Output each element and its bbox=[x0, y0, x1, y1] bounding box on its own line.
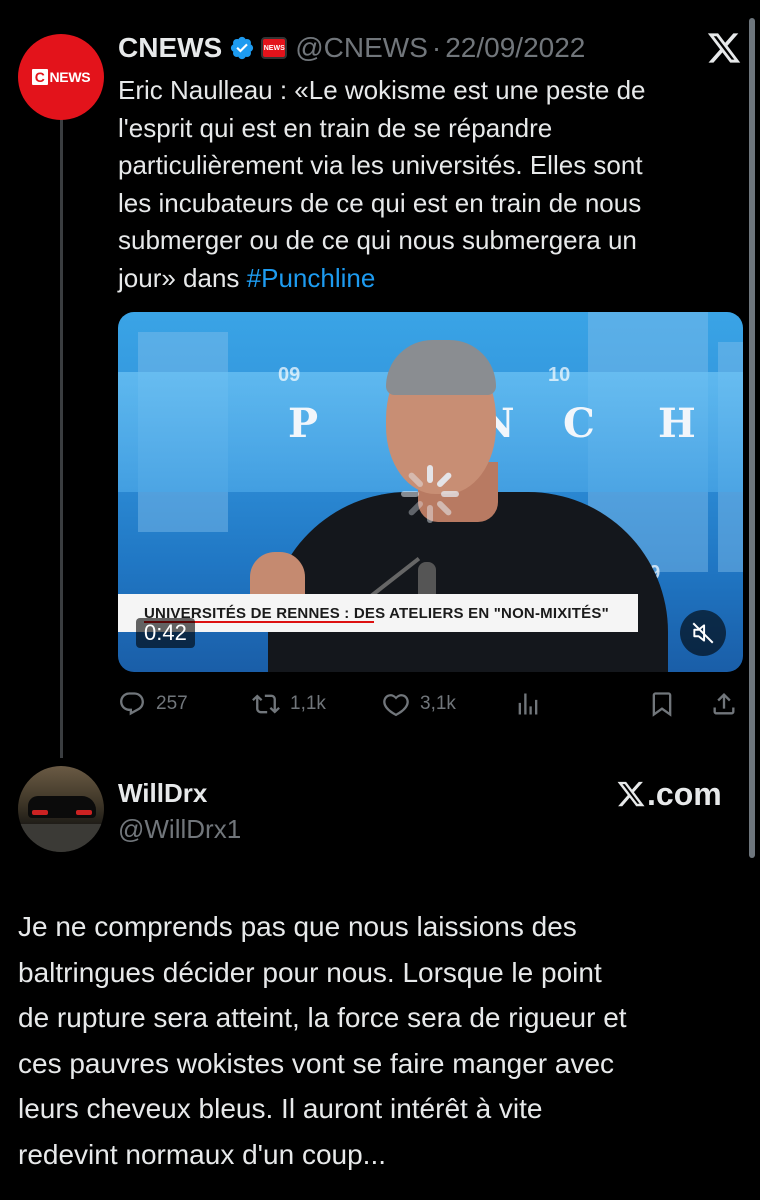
reply-text: Je ne comprends pas que nous laissions d… bbox=[18, 904, 748, 1178]
hashtag-link[interactable]: #Punchline bbox=[247, 263, 376, 293]
x-com-watermark: .com bbox=[616, 776, 722, 812]
tweet-actions: 257 1,1k 3,1k bbox=[118, 686, 743, 722]
like-icon bbox=[383, 694, 409, 717]
author-display-name[interactable]: CNEWS bbox=[118, 32, 222, 64]
cnews-avatar[interactable]: C NEWS bbox=[18, 34, 104, 120]
video-player[interactable]: 09 10 09 P U N C H UNIVERSITÉS DE RENNES… bbox=[118, 312, 743, 672]
cnews-logo-text: NEWS bbox=[49, 69, 91, 85]
like-button[interactable]: 3,1k bbox=[382, 686, 456, 722]
willdrx-avatar[interactable] bbox=[18, 766, 104, 852]
reply-count: 257 bbox=[156, 693, 188, 714]
reply-text-line: redevint normaux d'un coup... bbox=[18, 1138, 387, 1170]
x-logo-icon bbox=[617, 781, 645, 807]
tweet-date[interactable]: 22/09/2022 bbox=[445, 32, 585, 64]
tweet-text-line: jour» dans bbox=[118, 262, 247, 293]
reply-text-line: de rupture sera atteint, la force sera d… bbox=[18, 1002, 627, 1034]
video-duration: 0:42 bbox=[136, 618, 195, 648]
like-count: 3,1k bbox=[420, 693, 456, 714]
header-separator: · bbox=[431, 32, 442, 63]
reply-text-line: ces pauvres wokistes vont se faire mange… bbox=[18, 1047, 615, 1079]
tweet-text-line: l'esprit qui est en train de se répandre bbox=[118, 112, 553, 143]
repost-count: 1,1k bbox=[290, 693, 326, 714]
speaker-hair bbox=[386, 340, 496, 395]
tweet-text-line: les incubateurs de ce qui est en train d… bbox=[118, 187, 642, 218]
studio-letter: H bbox=[658, 400, 696, 447]
author-name[interactable]: WillDrx bbox=[118, 778, 207, 809]
mute-icon bbox=[692, 622, 714, 644]
affiliate-badge-text: NEWS bbox=[263, 44, 285, 52]
cnews-logo-letter: C bbox=[31, 69, 48, 85]
thread-connector-line bbox=[60, 118, 63, 758]
studio-number: 10 bbox=[548, 364, 571, 386]
tweet-text-line: Eric Naulleau : «Le wokisme est une pest… bbox=[118, 75, 646, 105]
studio-number: 09 bbox=[278, 364, 301, 386]
verified-icon bbox=[231, 36, 254, 60]
repost-icon bbox=[252, 694, 280, 714]
repost-button[interactable]: 1,1k bbox=[252, 686, 326, 722]
reply-text-line: baltringues décider pour nous. Lorsque l… bbox=[18, 956, 602, 988]
studio-letter: P bbox=[288, 400, 319, 447]
loading-spinner-icon bbox=[401, 465, 459, 523]
scrollbar[interactable] bbox=[749, 18, 755, 858]
avatar-car-light bbox=[76, 810, 92, 815]
avatar-car-light bbox=[32, 810, 48, 815]
tweet-text-line-last: jour» dans #Punchline bbox=[118, 260, 738, 298]
studio-letter: C bbox=[563, 400, 595, 447]
cnews-logo: C NEWS bbox=[31, 69, 91, 85]
news-banner: UNIVERSITÉS DE RENNES : DES ATELIERS EN … bbox=[118, 594, 638, 632]
x-logo-icon bbox=[707, 33, 741, 63]
reply-text-line: leurs cheveux bleus. Il auront intérêt à… bbox=[18, 1093, 543, 1125]
reply-text-line: Je ne comprends pas que nous laissions d… bbox=[18, 911, 577, 942]
tweet-text-line: particulièrement via les universités. El… bbox=[118, 150, 643, 180]
avatar-ground bbox=[18, 824, 104, 852]
tweet-header: CNEWS NEWS @CNEWS · 22/09/2022 bbox=[118, 30, 585, 66]
tweet-text-line: submerger ou de ce qui nous submergera u… bbox=[118, 225, 637, 255]
share-button[interactable] bbox=[710, 686, 738, 722]
reply-button[interactable]: 257 bbox=[118, 686, 188, 722]
views-icon bbox=[518, 693, 538, 715]
bookmark-icon bbox=[652, 692, 672, 717]
bookmark-button[interactable] bbox=[648, 686, 676, 722]
affiliate-badge: NEWS bbox=[261, 37, 288, 59]
x-com-text: .com bbox=[647, 775, 722, 812]
tweet-text: Eric Naulleau : «Le wokisme est une pest… bbox=[118, 72, 738, 297]
reply-icon bbox=[120, 692, 144, 716]
author-handle[interactable]: @WillDrx1 bbox=[118, 814, 241, 845]
views-button[interactable] bbox=[514, 686, 542, 722]
share-icon bbox=[713, 693, 735, 715]
author-handle[interactable]: @CNEWS bbox=[295, 32, 428, 64]
mute-button[interactable] bbox=[680, 610, 726, 656]
